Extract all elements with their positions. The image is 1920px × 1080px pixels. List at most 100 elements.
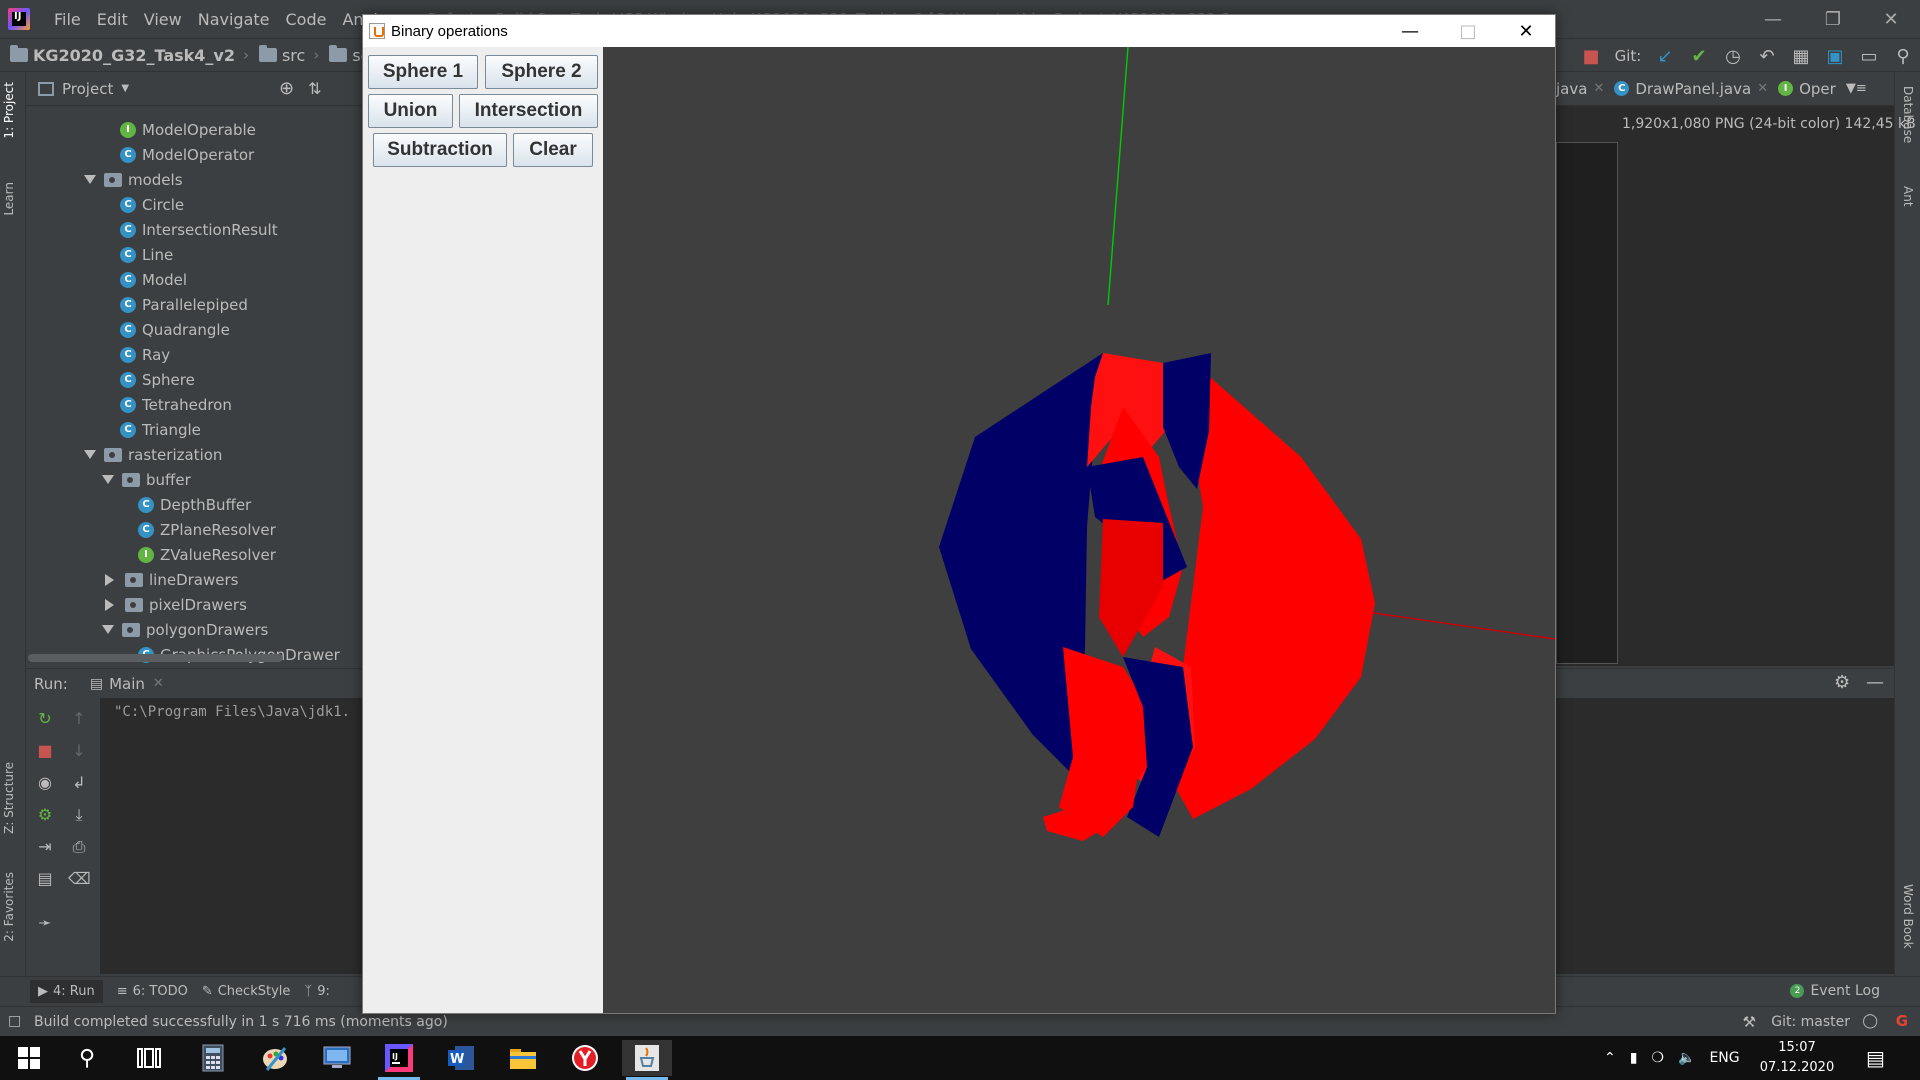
tray-overflow-icon[interactable]: ⌃	[1604, 1050, 1616, 1066]
trash-icon[interactable]: ⌫	[68, 868, 91, 890]
tab-checkstyle[interactable]: ✎ CheckStyle	[202, 984, 291, 999]
run-tab-main[interactable]: ▤ Main ✕	[90, 675, 164, 693]
minimize-icon[interactable]: —	[1381, 15, 1439, 47]
menu-edit[interactable]: Edit	[97, 10, 128, 29]
tab-project[interactable]: 1: Project	[2, 82, 16, 139]
settings-icon[interactable]: ⚒	[1743, 1013, 1756, 1031]
close-icon[interactable]: ✕	[1757, 81, 1768, 96]
tree-item[interactable]: I ModelOperable	[120, 117, 256, 142]
tab-database[interactable]: Database	[1901, 86, 1915, 143]
sphere1-button[interactable]: Sphere 1	[368, 55, 478, 89]
expanded-arrow-icon[interactable]	[102, 625, 114, 634]
menu-view[interactable]: View	[144, 10, 182, 29]
history-icon[interactable]: ◷	[1716, 46, 1750, 67]
tree-item[interactable]: C IntersectionResult	[120, 217, 278, 242]
presentation-icon[interactable]: ▭	[1852, 46, 1886, 67]
up-arrow-icon[interactable]: ↑	[68, 708, 90, 730]
file-explorer-icon[interactable]	[498, 1040, 548, 1076]
tree-item[interactable]: C Model	[120, 267, 187, 292]
sphere2-button[interactable]: Sphere 2	[485, 55, 598, 89]
event-log[interactable]: 2 Event Log	[1790, 983, 1880, 999]
editor-tab-java[interactable]: java ✕	[1556, 80, 1604, 98]
swing-titlebar[interactable]: Binary operations — □ ✕	[363, 15, 1555, 47]
scroll-to-end-icon[interactable]: ⤓	[68, 804, 90, 826]
volume-icon[interactable]: 🔈	[1678, 1050, 1695, 1066]
paint-icon[interactable]	[250, 1040, 300, 1076]
tab-favorites[interactable]: 2: Favorites	[2, 872, 16, 942]
tree-item[interactable]: polygonDrawers	[102, 617, 268, 642]
tab-word-book[interactable]: Word Book	[1901, 884, 1915, 949]
ide-restore-icon[interactable]: ❐	[1804, 0, 1862, 38]
wifi-icon[interactable]: ❍	[1651, 1050, 1664, 1066]
menu-file[interactable]: File	[54, 10, 81, 29]
calculator-icon[interactable]	[188, 1040, 238, 1076]
ide-close-icon[interactable]: ✕	[1862, 0, 1920, 38]
debug-icon[interactable]: ⚙	[34, 804, 56, 826]
tab-ant[interactable]: Ant	[1901, 186, 1915, 207]
status-panel-icon[interactable]: □	[8, 1013, 21, 1029]
remote-desktop-icon[interactable]	[312, 1040, 362, 1076]
maximize-icon[interactable]: □	[1439, 15, 1497, 47]
login-icon[interactable]: ⇥	[34, 836, 56, 858]
collapsed-arrow-icon[interactable]	[105, 598, 114, 611]
expanded-arrow-icon[interactable]	[84, 450, 96, 459]
ide-minimize-icon[interactable]: —	[1744, 0, 1802, 38]
chevron-down-icon[interactable]: ▼	[121, 83, 129, 94]
tree-item[interactable]: C Parallelepiped	[120, 292, 248, 317]
editor-tab-drawpanel[interactable]: C DrawPanel.java ✕	[1614, 80, 1768, 98]
editor-tab-oper[interactable]: I Oper	[1778, 80, 1836, 98]
stop-icon[interactable]: ■	[34, 740, 56, 762]
task-view-icon[interactable]	[124, 1040, 174, 1076]
rerun-icon[interactable]: ↻	[34, 708, 56, 730]
google-icon[interactable]: G	[1896, 1012, 1908, 1030]
tree-item[interactable]: buffer	[102, 467, 191, 492]
tab-learn[interactable]: Learn	[2, 182, 16, 216]
breadcrumb-src[interactable]: src	[258, 45, 305, 65]
union-button[interactable]: Union	[368, 94, 453, 128]
down-arrow-icon[interactable]: ↓	[68, 740, 90, 762]
git-update-icon[interactable]: ↙	[1648, 46, 1682, 67]
battery-icon[interactable]: ▮	[1630, 1050, 1638, 1066]
tab-todo[interactable]: ≡ 6: TODO	[117, 984, 188, 999]
pin-icon[interactable]: ➛	[34, 912, 56, 934]
tree-item[interactable]: I ZValueResolver	[138, 542, 276, 567]
tree-item[interactable]: rasterization	[84, 442, 222, 467]
tree-item[interactable]: C Ray	[120, 342, 170, 367]
clear-button[interactable]: Clear	[513, 133, 593, 167]
locate-icon[interactable]: ⊕	[279, 78, 294, 99]
soft-wrap-icon[interactable]: ↲	[68, 772, 90, 794]
git-branch[interactable]: Git: master	[1771, 1014, 1850, 1030]
search-icon[interactable]: ⚲	[62, 1040, 112, 1076]
word-icon[interactable]: W	[436, 1040, 486, 1076]
print-icon[interactable]: ⎙	[68, 836, 90, 858]
yandex-browser-icon[interactable]	[560, 1040, 610, 1076]
layout-icon[interactable]: ▤	[34, 868, 56, 890]
tab-git[interactable]: ᛉ 9:	[304, 984, 329, 999]
project-structure-icon[interactable]: ▦	[1784, 46, 1818, 67]
menu-code[interactable]: Code	[286, 10, 327, 29]
intersection-button[interactable]: Intersection	[459, 94, 598, 128]
notifications-icon[interactable]: ▤	[1866, 1036, 1885, 1080]
tab-run[interactable]: ▶ 4: Run	[30, 980, 103, 1003]
collapse-all-icon[interactable]: ⇅	[308, 79, 321, 98]
tab-list-icon[interactable]: ▼≡	[1846, 81, 1867, 96]
git-commit-icon[interactable]: ✔	[1682, 46, 1716, 67]
tree-item[interactable]: C ModelOperator	[120, 142, 254, 167]
gear-icon[interactable]: ⚙	[1834, 672, 1850, 693]
camera-icon[interactable]: ◉	[34, 772, 56, 794]
tree-item[interactable]: C Tetrahedron	[120, 392, 232, 417]
close-icon[interactable]: ✕	[153, 676, 164, 691]
tree-item[interactable]: C Line	[120, 242, 173, 267]
taskbar-clock[interactable]: 15:07 07.12.2020	[1752, 1038, 1842, 1078]
expanded-arrow-icon[interactable]	[102, 475, 114, 484]
search-icon[interactable]: ⚲	[1886, 46, 1920, 67]
close-icon[interactable]: ✕	[1497, 15, 1555, 47]
tree-item[interactable]: C Quadrangle	[120, 317, 230, 342]
language-indicator[interactable]: ENG	[1709, 1050, 1739, 1066]
minimize-icon[interactable]: —	[1866, 672, 1884, 693]
tree-item[interactable]: C Triangle	[120, 417, 201, 442]
translate-icon[interactable]: ▣	[1818, 46, 1852, 67]
tree-item[interactable]: C DepthBuffer	[138, 492, 251, 517]
draw-panel[interactable]	[603, 46, 1556, 1013]
tree-item[interactable]: lineDrawers	[102, 567, 238, 592]
